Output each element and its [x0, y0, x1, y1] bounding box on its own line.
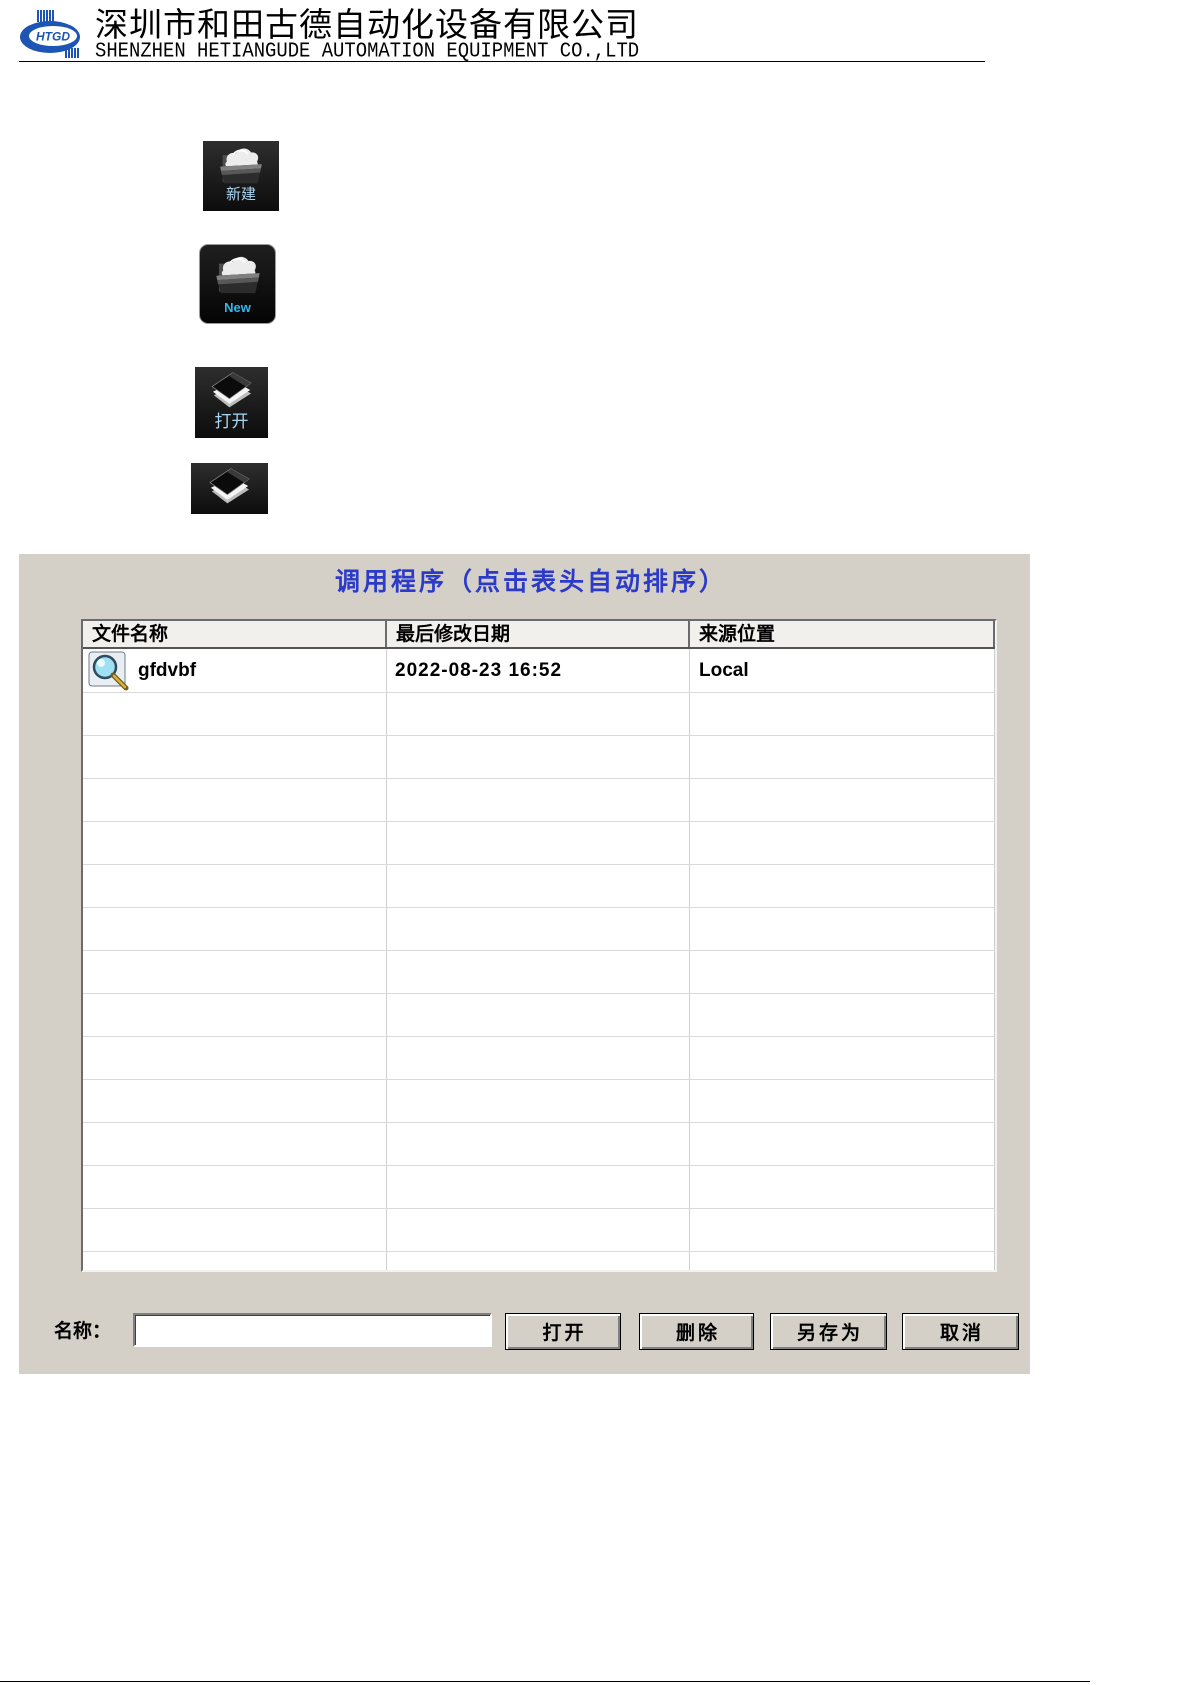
cell-file-name: gfdvbf: [83, 649, 387, 692]
table-body: gfdvbf 2022-08-23 16:52 Local: [83, 649, 995, 1270]
table-header: 文件名称 最后修改日期 来源位置: [83, 621, 995, 649]
table-cell-empty: [690, 1209, 995, 1251]
table-cell-empty: [387, 1123, 690, 1165]
modified-date-text: 2022-08-23 16:52: [395, 659, 563, 681]
new-button-cn[interactable]: 新建: [203, 141, 279, 211]
table-cell-empty: [387, 908, 690, 950]
dialog-title: 调用程序（点击表头自动排序）: [335, 567, 728, 596]
open-book-icon: [208, 468, 250, 504]
table-cell-empty: [690, 865, 995, 907]
table-cell-empty: [83, 736, 387, 778]
table-cell-empty: [387, 865, 690, 907]
new-button-label: 新建: [225, 185, 256, 203]
table-cell-empty: [387, 736, 690, 778]
table-cell-empty: [83, 779, 387, 821]
document-page: HTGD 深圳市和田古德自动化设备有限公司 SHENZHEN HETIANGUD…: [0, 0, 1192, 1685]
table-cell-empty: [387, 1037, 690, 1079]
cell-source: Local: [690, 649, 995, 692]
new-folder-icon: [215, 256, 260, 294]
load-program-dialog: 调用程序（点击表头自动排序） 文件名称 最后修改日期 来源位置 gfdvbf 2…: [19, 554, 1030, 1374]
source-text: Local: [699, 659, 749, 681]
table-cell-empty: [690, 1166, 995, 1208]
table-row-empty[interactable]: [83, 693, 995, 736]
cancel-button[interactable]: 取消: [902, 1313, 1019, 1350]
open-button-cn[interactable]: 打开: [195, 367, 268, 438]
table-cell-empty: [83, 822, 387, 864]
table-cell-empty: [690, 1252, 995, 1270]
table-cell-empty: [387, 1209, 690, 1251]
table-row-empty[interactable]: [83, 1080, 995, 1123]
cell-modified-date: 2022-08-23 16:52: [387, 649, 690, 692]
table-cell-empty: [690, 1080, 995, 1122]
table-cell-empty: [387, 951, 690, 993]
company-logo: HTGD: [20, 10, 80, 58]
open-button-alt[interactable]: [191, 463, 268, 514]
table-cell-empty: [690, 1037, 995, 1079]
table-row-empty[interactable]: [83, 1166, 995, 1209]
company-name-en: SHENZHEN HETIANGUDE AUTOMATION EQUIPMENT…: [95, 38, 640, 64]
table-row-empty[interactable]: [83, 822, 995, 865]
open-book-icon: [210, 372, 252, 408]
column-header-modified-date[interactable]: 最后修改日期: [387, 621, 690, 647]
table-cell-empty: [83, 1037, 387, 1079]
file-table: 文件名称 最后修改日期 来源位置 gfdvbf 2022-08-23 16:52…: [81, 619, 997, 1272]
table-row-empty[interactable]: [83, 865, 995, 908]
table-cell-empty: [690, 994, 995, 1036]
table-cell-empty: [690, 693, 995, 735]
column-header-source[interactable]: 来源位置: [690, 621, 995, 647]
table-cell-empty: [690, 951, 995, 993]
file-name-text: gfdvbf: [138, 659, 197, 681]
table-cell-empty: [83, 951, 387, 993]
table-row-empty[interactable]: [83, 994, 995, 1037]
table-cell-empty: [83, 1166, 387, 1208]
table-cell-empty: [83, 1209, 387, 1251]
table-cell-empty: [83, 1252, 387, 1270]
new-folder-icon: [220, 148, 262, 184]
save-as-button[interactable]: 另存为: [770, 1313, 887, 1350]
header-divider: [19, 61, 985, 62]
table-cell-empty: [690, 736, 995, 778]
table-cell-empty: [387, 1252, 690, 1270]
magnifier-icon: [88, 651, 129, 690]
new-button-en[interactable]: New: [199, 244, 276, 324]
table-cell-empty: [387, 994, 690, 1036]
table-cell-empty: [690, 1123, 995, 1165]
table-cell-empty: [387, 693, 690, 735]
table-row-empty[interactable]: [83, 1209, 995, 1252]
name-field-label: 名称：: [54, 1320, 112, 1342]
table-row-empty[interactable]: [83, 1123, 995, 1166]
table-cell-empty: [83, 865, 387, 907]
table-row-empty[interactable]: [83, 908, 995, 951]
table-cell-empty: [83, 693, 387, 735]
table-row-empty[interactable]: [83, 779, 995, 822]
table-cell-empty: [83, 908, 387, 950]
table-cell-empty: [83, 994, 387, 1036]
table-cell-empty: [387, 1080, 690, 1122]
open-button[interactable]: 打开: [505, 1313, 621, 1350]
table-cell-empty: [690, 822, 995, 864]
footer-divider: [0, 1681, 1090, 1682]
name-input[interactable]: [133, 1313, 492, 1347]
table-cell-empty: [690, 779, 995, 821]
table-row-empty[interactable]: [83, 736, 995, 779]
table-cell-empty: [387, 779, 690, 821]
new-button-label: New: [224, 300, 251, 315]
column-header-file-name[interactable]: 文件名称: [83, 621, 387, 647]
delete-button[interactable]: 删除: [639, 1313, 754, 1350]
table-cell-empty: [387, 822, 690, 864]
table-cell-empty: [690, 908, 995, 950]
table-cell-empty: [387, 1166, 690, 1208]
table-row-empty[interactable]: [83, 951, 995, 994]
table-row[interactable]: gfdvbf 2022-08-23 16:52 Local: [83, 649, 995, 693]
logo-text: HTGD: [36, 30, 70, 44]
table-row-empty[interactable]: [83, 1037, 995, 1080]
open-button-label: 打开: [214, 412, 249, 432]
table-row-empty[interactable]: [83, 1252, 995, 1270]
table-cell-empty: [83, 1080, 387, 1122]
table-cell-empty: [83, 1123, 387, 1165]
